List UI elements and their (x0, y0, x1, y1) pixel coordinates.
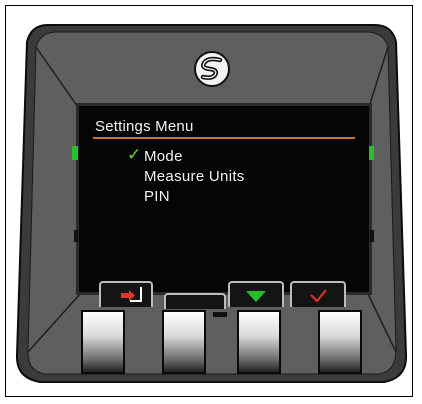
softkey-blank[interactable] (164, 293, 226, 309)
down-arrow-icon (246, 291, 266, 302)
menu-item-measure-units[interactable]: Measure Units (144, 168, 245, 185)
softkey-enter[interactable] (99, 281, 153, 307)
button-4[interactable] (318, 310, 362, 374)
menu-title: Settings Menu (95, 118, 194, 135)
display-screen: Settings Menu ✓ Mode Measure Units PIN (79, 106, 369, 292)
checkmark-icon: ✓ (127, 145, 142, 164)
checkmark-icon (310, 289, 327, 303)
left-status-led (72, 146, 78, 160)
enter-arrow-icon (121, 287, 142, 302)
softkey-down[interactable] (228, 281, 284, 307)
softkey-confirm[interactable] (290, 281, 346, 307)
title-divider (93, 137, 355, 139)
button-2[interactable] (162, 310, 206, 374)
button-3[interactable] (237, 310, 281, 374)
menu-item-pin[interactable]: PIN (144, 188, 170, 205)
button-1[interactable] (81, 310, 125, 374)
brand-logo (194, 51, 230, 87)
menu-item-mode[interactable]: Mode (144, 148, 183, 165)
